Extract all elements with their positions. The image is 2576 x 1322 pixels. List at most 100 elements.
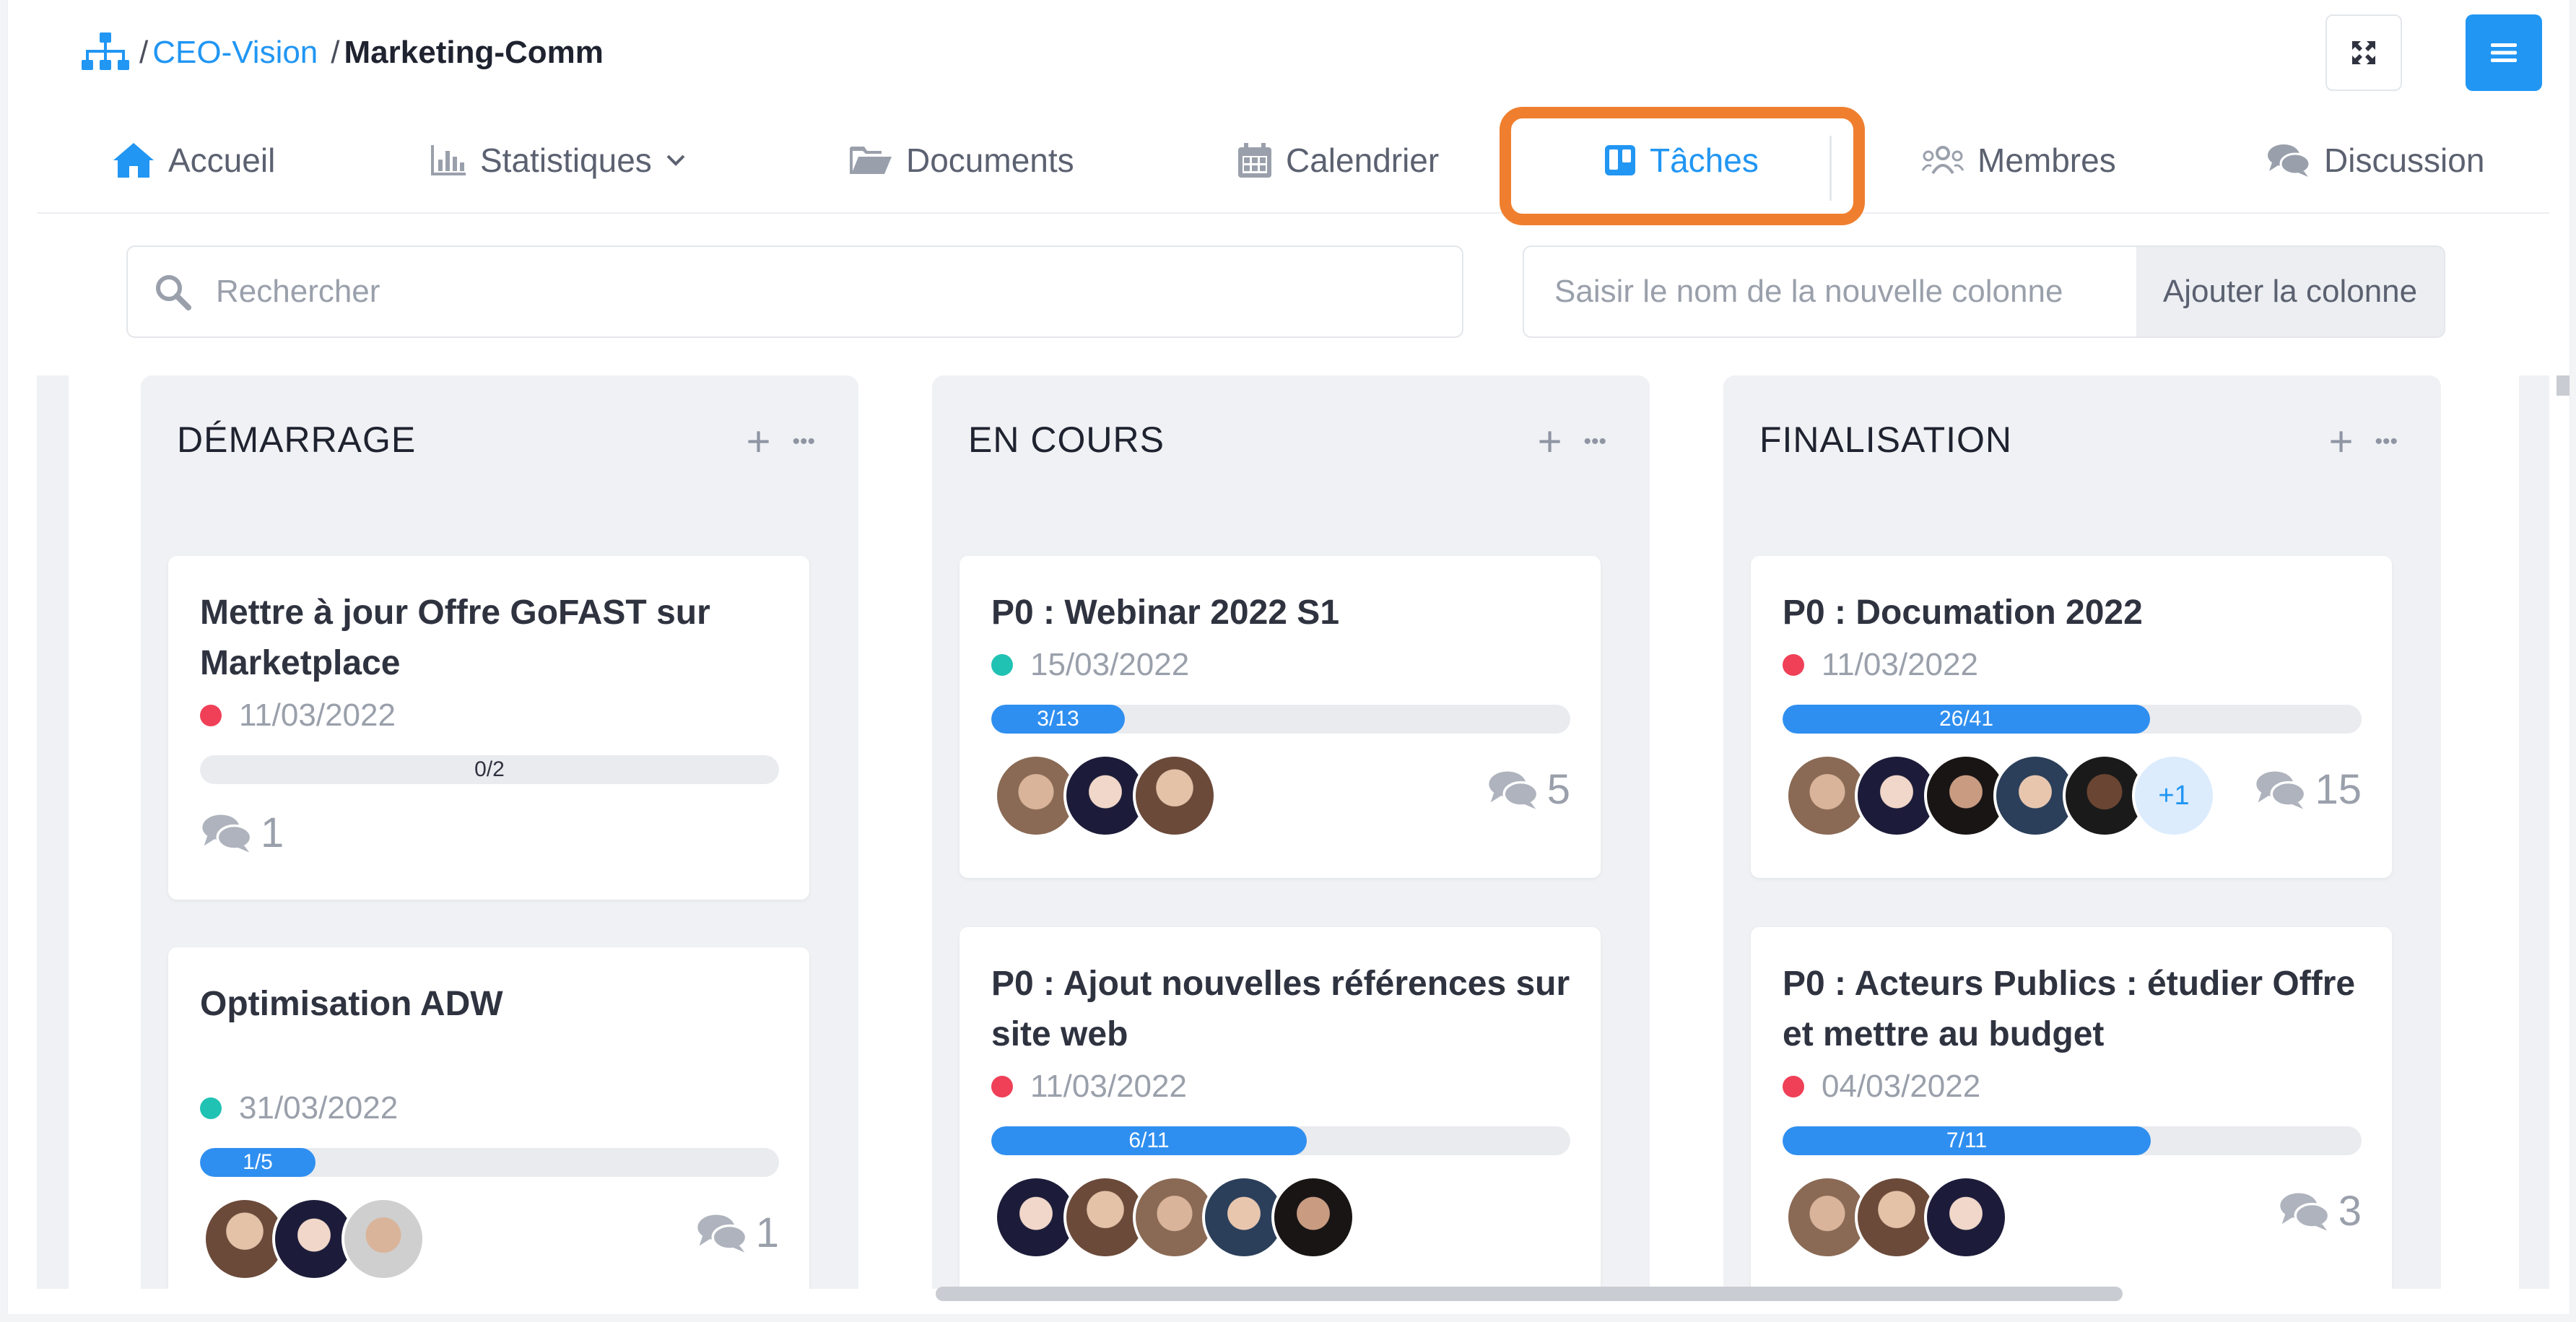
folder-open-icon bbox=[850, 147, 892, 174]
checklist-progress: 0/2 bbox=[200, 755, 779, 784]
new-column-form: Saisir le nom de la nouvelle colonne Ajo… bbox=[1523, 245, 2445, 338]
breadcrumb-separator: / bbox=[139, 35, 149, 70]
card-title: P0 : Webinar 2022 S1 bbox=[991, 593, 1340, 632]
tab-label: Statistiques bbox=[480, 142, 652, 179]
column-more-button[interactable]: ••• bbox=[1583, 430, 1606, 454]
task-card[interactable]: Optimisation ADW 31/03/2022 1/5 1 bbox=[168, 947, 809, 1289]
card-title: Optimisation ADW bbox=[200, 985, 503, 1023]
status-dot bbox=[1783, 1076, 1804, 1097]
column-title: DÉMARRAGE bbox=[177, 419, 417, 460]
progress-label: 0/2 bbox=[474, 757, 505, 781]
comment-count[interactable]: 1 bbox=[695, 1209, 779, 1257]
due-date-text: 11/03/2022 bbox=[1822, 647, 1978, 682]
progress-label: 1/5 bbox=[243, 1150, 273, 1174]
card-title: P0 : Acteurs Publics : étudier Offre et … bbox=[1783, 965, 2356, 1053]
tab-label: Calendrier bbox=[1286, 142, 1440, 179]
comment-count[interactable]: 15 bbox=[2254, 765, 2362, 814]
add-column-button[interactable]: Ajouter la colonne bbox=[2136, 247, 2444, 336]
comment-count[interactable]: 3 bbox=[2278, 1187, 2362, 1235]
vertical-scrollbar[interactable] bbox=[2557, 375, 2570, 396]
column-more-button[interactable]: ••• bbox=[792, 430, 815, 454]
task-card[interactable]: P0 : Webinar 2022 S1 15/03/2022 3/13 5 bbox=[960, 556, 1601, 878]
trello-board-icon bbox=[1605, 145, 1635, 175]
chevron-down-icon bbox=[666, 155, 685, 166]
status-dot bbox=[991, 1076, 1013, 1097]
progress-label: 26/41 bbox=[1938, 707, 1994, 731]
avatar[interactable] bbox=[1133, 754, 1217, 838]
tab-label: Membres bbox=[1977, 142, 2116, 179]
add-card-button[interactable]: + bbox=[747, 417, 771, 466]
tab-label: Discussion bbox=[2324, 142, 2485, 179]
task-card[interactable]: P0 : Ajout nouvelles références sur site… bbox=[960, 927, 1601, 1289]
due-date-text: 04/03/2022 bbox=[1822, 1069, 1981, 1104]
card-title: P0 : Documation 2022 bbox=[1783, 593, 2143, 632]
card-due-date: 11/03/2022 bbox=[1783, 640, 2362, 690]
expand-icon bbox=[2352, 41, 2375, 64]
sitemap-icon bbox=[82, 32, 129, 70]
progress-label: 3/13 bbox=[1037, 707, 1079, 731]
comment-count[interactable]: 5 bbox=[1487, 765, 1570, 814]
comments-icon bbox=[202, 814, 253, 853]
avatar[interactable] bbox=[341, 1197, 425, 1281]
card-title: P0 : Ajout nouvelles références sur site… bbox=[991, 965, 1570, 1053]
checklist-progress: 1/5 bbox=[200, 1148, 779, 1177]
card-due-date: 04/03/2022 bbox=[1783, 1061, 2362, 1112]
status-dot bbox=[1783, 654, 1804, 676]
card-due-date: 11/03/2022 bbox=[991, 1061, 1570, 1112]
due-date-text: 11/03/2022 bbox=[1030, 1069, 1187, 1104]
horizontal-scrollbar[interactable] bbox=[936, 1287, 2123, 1301]
card-due-date: 11/03/2022 bbox=[200, 690, 779, 741]
tab-accueil[interactable]: Accueil bbox=[112, 107, 275, 214]
fullscreen-button[interactable] bbox=[2325, 14, 2402, 91]
tab-membres[interactable]: Membres bbox=[1921, 107, 2116, 214]
tab-taches[interactable]: Tâches bbox=[1604, 107, 1759, 214]
comment-count-value: 1 bbox=[755, 1209, 779, 1256]
avatar[interactable] bbox=[1924, 1175, 2008, 1259]
card-title: Mettre à jour Offre GoFAST sur Marketpla… bbox=[200, 593, 710, 682]
add-card-button[interactable]: + bbox=[2329, 417, 2354, 466]
card-due-date: 31/03/2022 bbox=[200, 1083, 779, 1134]
comment-count-value: 5 bbox=[1546, 766, 1570, 813]
comments-icon bbox=[2280, 1192, 2331, 1231]
breadcrumb-current: Marketing-Comm bbox=[344, 35, 604, 70]
comment-count-value: 1 bbox=[261, 809, 284, 856]
breadcrumb-group-link[interactable]: CEO-Vision bbox=[152, 35, 318, 71]
column-title: EN COURS bbox=[968, 419, 1165, 460]
tab-discussion[interactable]: Discussion bbox=[2266, 107, 2484, 214]
tab-documents[interactable]: Documents bbox=[848, 107, 1074, 214]
avatar[interactable] bbox=[1271, 1175, 1355, 1259]
menu-button[interactable] bbox=[2466, 14, 2542, 91]
comments-icon bbox=[697, 1214, 748, 1253]
hamburger-icon bbox=[2491, 43, 2517, 62]
column-finalisation: FINALISATION + ••• P0 : Documation 2022 … bbox=[1723, 375, 2441, 1289]
checklist-progress: 7/11 bbox=[1783, 1126, 2362, 1155]
due-date-text: 11/03/2022 bbox=[239, 697, 396, 733]
tab-label: Accueil bbox=[168, 142, 276, 179]
task-card[interactable]: P0 : Acteurs Publics : étudier Offre et … bbox=[1751, 927, 2392, 1289]
search-input[interactable]: Rechercher bbox=[126, 245, 1463, 338]
tab-statistiques[interactable]: Statistiques bbox=[430, 107, 700, 214]
new-column-name-input[interactable]: Saisir le nom de la nouvelle colonne bbox=[1524, 247, 2136, 336]
due-date-text: 15/03/2022 bbox=[1030, 647, 1190, 682]
column-more-button[interactable]: ••• bbox=[2375, 430, 2398, 454]
more-assignees-badge[interactable]: +1 bbox=[2132, 754, 2216, 838]
status-dot bbox=[991, 654, 1013, 676]
column-title: FINALISATION bbox=[1759, 419, 2013, 460]
assignees bbox=[1785, 1175, 2008, 1259]
column-demarrage: DÉMARRAGE + ••• Mettre à jour Offre GoFA… bbox=[141, 375, 858, 1289]
comments-icon bbox=[1489, 770, 1539, 809]
users-icon bbox=[1921, 146, 1964, 175]
tab-label: Tâches bbox=[1650, 142, 1759, 179]
task-card[interactable]: P0 : Documation 2022 11/03/2022 26/41 +1… bbox=[1751, 556, 2392, 878]
comment-count[interactable]: 1 bbox=[200, 809, 284, 857]
progress-label: 7/11 bbox=[1946, 1129, 1988, 1152]
due-date-text: 31/03/2022 bbox=[239, 1090, 399, 1126]
column-stub-left bbox=[37, 375, 69, 1289]
comments-icon bbox=[2268, 144, 2311, 177]
add-card-button[interactable]: + bbox=[1538, 417, 1562, 466]
assignees bbox=[994, 754, 1217, 838]
task-card[interactable]: Mettre à jour Offre GoFAST sur Marketpla… bbox=[168, 556, 809, 900]
tab-calendrier[interactable]: Calendrier bbox=[1237, 107, 1439, 214]
comment-count-value: 15 bbox=[2315, 766, 2362, 813]
new-column-placeholder: Saisir le nom de la nouvelle colonne bbox=[1554, 274, 2063, 309]
